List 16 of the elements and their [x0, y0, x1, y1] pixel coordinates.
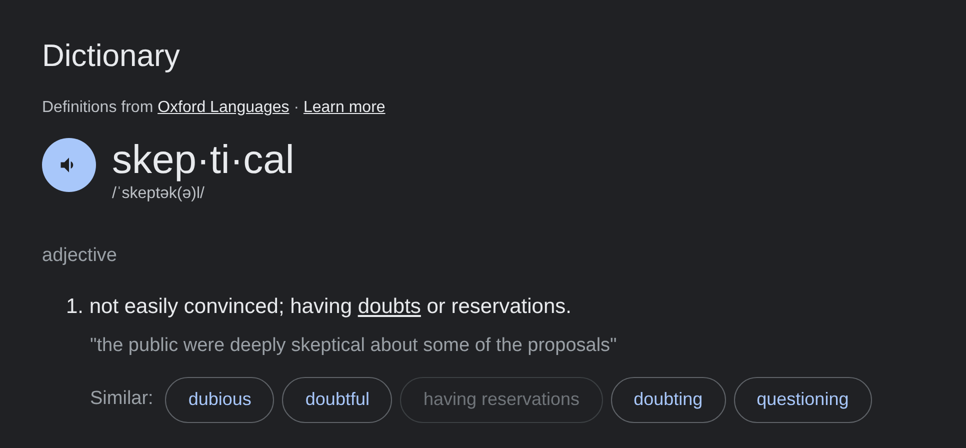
section-heading: Dictionary: [42, 37, 181, 75]
word-link[interactable]: doubts: [358, 294, 421, 318]
source-link[interactable]: Oxford Languages: [158, 99, 290, 116]
synonym-chip[interactable]: dubious: [165, 376, 274, 422]
synonym-chip[interactable]: questioning: [734, 376, 872, 422]
pronunciation: /ˈskeptək(ə)l/: [112, 184, 206, 204]
synonym-chip[interactable]: doubting: [610, 376, 726, 422]
definition-text: 1. not easily convinced; having doubts or reservations.: [66, 294, 572, 320]
synonym-chip[interactable]: doubtful: [282, 376, 392, 422]
learn-more-link[interactable]: Learn more: [303, 99, 386, 116]
headword: skep·ti·cal: [112, 138, 294, 182]
play-pronunciation-button[interactable]: [42, 138, 96, 192]
part-of-speech: adjective: [42, 244, 118, 268]
source-line: Definitions from Oxford Languages · Learn more: [42, 98, 386, 118]
example-sentence: "the public were deeply skeptical about some of the proposals": [90, 334, 618, 358]
similar-label: Similar:: [90, 387, 154, 412]
